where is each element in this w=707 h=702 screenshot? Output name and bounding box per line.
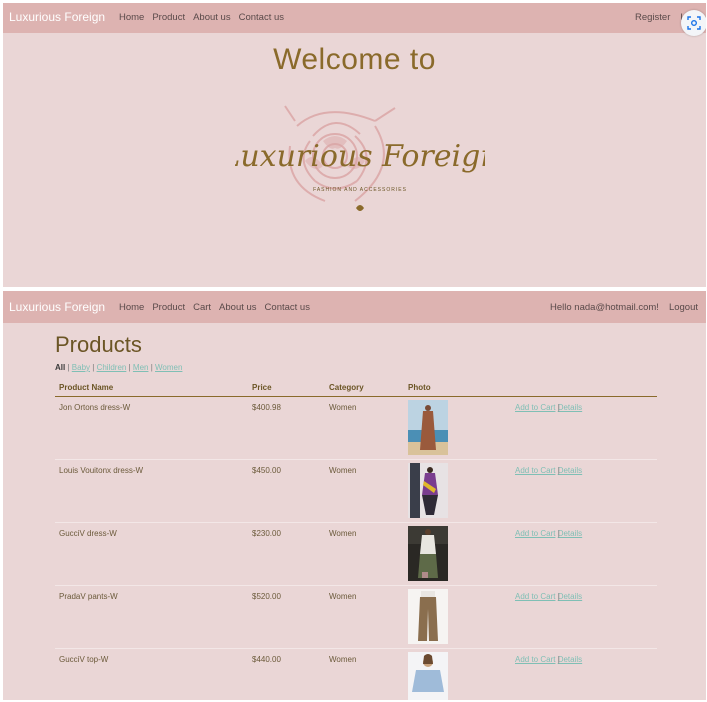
logout-link[interactable]: Logout <box>669 302 698 313</box>
filter-baby[interactable]: Baby <box>72 363 90 372</box>
page-title: Products <box>55 332 142 357</box>
table-row: GucciV dress-W $230.00 Women Add to Cart… <box>55 523 657 586</box>
product-price: $230.00 <box>252 529 281 538</box>
product-price: $520.00 <box>252 592 281 601</box>
luxurious-foreign-logo: Luxurious Foreign FASHION AND ACCESSORIE… <box>235 105 485 211</box>
products-table: Product Name Price Category Photo Jon Or… <box>55 379 657 700</box>
filter-men[interactable]: Men <box>133 363 149 372</box>
add-to-cart-link[interactable]: Add to Cart <box>515 466 555 475</box>
product-name: GucciV top-W <box>59 655 109 664</box>
user-greeting[interactable]: Hello nada@hotmail.com! <box>550 302 659 313</box>
products-page-screenshot: Luxurious Foreign Home Product Cart Abou… <box>3 291 706 700</box>
nav-about[interactable]: About us <box>219 302 257 313</box>
nav-about[interactable]: About us <box>193 12 231 23</box>
product-category: Women <box>329 403 357 412</box>
product-category: Women <box>329 529 357 538</box>
col-photo: Photo <box>408 383 431 392</box>
user-links: Hello nada@hotmail.com! Logout <box>550 302 698 313</box>
filter-separator: | <box>67 363 70 372</box>
category-filter: All | Baby | Children | Men | Women <box>55 363 182 372</box>
product-name: Louis Vouitonx dress-W <box>59 466 144 475</box>
product-price: $440.00 <box>252 655 281 664</box>
product-photo <box>408 400 448 455</box>
add-to-cart-link[interactable]: Add to Cart <box>515 529 555 538</box>
brand-link[interactable]: Luxurious Foreign <box>9 10 105 24</box>
details-link[interactable]: Details <box>558 529 582 538</box>
nav-home[interactable]: Home <box>119 12 144 23</box>
col-category: Category <box>329 383 364 392</box>
product-category: Women <box>329 592 357 601</box>
products-navbar: Luxurious Foreign Home Product Cart Abou… <box>3 291 706 323</box>
nav-home[interactable]: Home <box>119 302 144 313</box>
brand-link[interactable]: Luxurious Foreign <box>9 300 105 314</box>
row-actions: Add to Cart | Details <box>515 655 582 664</box>
row-actions: Add to Cart | Details <box>515 403 582 412</box>
product-price: $400.98 <box>252 403 281 412</box>
row-actions: Add to Cart | Details <box>515 592 582 601</box>
col-product-name: Product Name <box>59 383 114 392</box>
col-price: Price <box>252 383 272 392</box>
lens-icon <box>687 16 701 30</box>
product-name: PradaV pants-W <box>59 592 118 601</box>
add-to-cart-link[interactable]: Add to Cart <box>515 592 555 601</box>
product-price: $450.00 <box>252 466 281 475</box>
screen-search-button[interactable] <box>681 10 706 36</box>
action-separator: | <box>557 592 560 601</box>
product-category: Women <box>329 655 357 664</box>
table-row: Jon Ortons dress-W $400.98 Women Add to … <box>55 397 657 460</box>
top-navbar: Luxurious Foreign Home Product About us … <box>3 3 706 33</box>
product-name: Jon Ortons dress-W <box>59 403 131 412</box>
nav-contact[interactable]: Contact us <box>239 12 284 23</box>
filter-separator: | <box>92 363 95 372</box>
filter-women[interactable]: Women <box>155 363 182 372</box>
home-page-screenshot: Luxurious Foreign Home Product About us … <box>3 3 706 287</box>
details-link[interactable]: Details <box>558 403 582 412</box>
product-name: GucciV dress-W <box>59 529 117 538</box>
filter-all[interactable]: All <box>55 363 65 372</box>
table-row: GucciV top-W $440.00 Women Add to Cart |… <box>55 649 657 700</box>
nav-links: Home Product About us Contact us <box>119 12 284 23</box>
filter-separator: | <box>128 363 131 372</box>
nav-product[interactable]: Product <box>152 302 185 313</box>
details-link[interactable]: Details <box>558 592 582 601</box>
nav-contact[interactable]: Contact us <box>265 302 310 313</box>
details-link[interactable]: Details <box>558 655 582 664</box>
nav-product[interactable]: Product <box>152 12 185 23</box>
action-separator: | <box>557 403 560 412</box>
welcome-heading: Welcome to <box>273 43 436 76</box>
add-to-cart-link[interactable]: Add to Cart <box>515 403 555 412</box>
filter-children[interactable]: Children <box>97 363 127 372</box>
add-to-cart-link[interactable]: Add to Cart <box>515 655 555 664</box>
table-header: Product Name Price Category Photo <box>55 379 657 397</box>
product-photo <box>408 652 448 700</box>
table-row: PradaV pants-W $520.00 Women Add to Cart… <box>55 586 657 649</box>
product-photo <box>408 589 448 644</box>
row-actions: Add to Cart | Details <box>515 466 582 475</box>
action-separator: | <box>557 529 560 538</box>
svg-text:Luxurious Foreign: Luxurious Foreign <box>235 139 485 174</box>
register-link[interactable]: Register <box>635 12 670 23</box>
product-category: Women <box>329 466 357 475</box>
nav-cart[interactable]: Cart <box>193 302 211 313</box>
action-separator: | <box>557 655 560 664</box>
action-separator: | <box>557 466 560 475</box>
svg-text:FASHION AND ACCESSORIES: FASHION AND ACCESSORIES <box>313 187 407 193</box>
filter-separator: | <box>150 363 153 372</box>
row-actions: Add to Cart | Details <box>515 529 582 538</box>
details-link[interactable]: Details <box>558 466 582 475</box>
table-row: Louis Vouitonx dress-W $450.00 Women Add… <box>55 460 657 523</box>
nav-links: Home Product Cart About us Contact us <box>119 302 310 313</box>
product-photo <box>408 526 448 581</box>
product-photo <box>408 463 448 518</box>
